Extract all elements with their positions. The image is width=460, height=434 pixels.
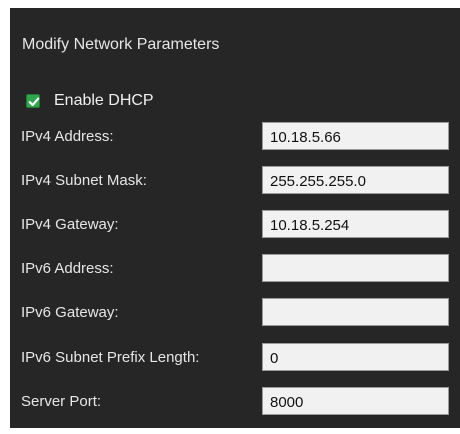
- server-port-input[interactable]: [262, 387, 449, 415]
- ipv6-gateway-row: IPv6 Gateway:: [21, 298, 451, 328]
- ipv6-address-label: IPv6 Address:: [21, 260, 114, 277]
- ipv4-subnet-mask-row: IPv4 Subnet Mask:: [21, 166, 451, 196]
- ipv6-address-row: IPv6 Address:: [21, 254, 451, 284]
- checkmark-icon: [28, 97, 40, 107]
- server-port-row: Server Port:: [21, 387, 451, 417]
- ipv6-prefix-length-label: IPv6 Subnet Prefix Length:: [21, 349, 200, 366]
- ipv4-address-row: IPv4 Address:: [21, 122, 451, 152]
- ipv6-gateway-label: IPv6 Gateway:: [21, 304, 119, 321]
- ipv4-subnet-mask-label: IPv4 Subnet Mask:: [21, 172, 147, 189]
- panel-title: Modify Network Parameters: [22, 36, 220, 53]
- enable-dhcp-checkbox[interactable]: [26, 94, 40, 108]
- ipv4-address-label: IPv4 Address:: [21, 128, 114, 145]
- ipv4-address-input[interactable]: [262, 122, 449, 150]
- dhcp-row: Enable DHCP: [26, 90, 154, 112]
- server-port-label: Server Port:: [21, 393, 102, 410]
- ipv6-address-input[interactable]: [262, 254, 449, 282]
- ipv6-prefix-length-row: IPv6 Subnet Prefix Length:: [21, 343, 451, 373]
- network-parameters-panel: Modify Network Parameters Enable DHCP IP…: [10, 8, 460, 428]
- ipv6-prefix-length-input[interactable]: [262, 343, 449, 371]
- ipv4-gateway-label: IPv4 Gateway:: [21, 216, 119, 233]
- ipv4-gateway-input[interactable]: [262, 210, 449, 238]
- ipv4-subnet-mask-input[interactable]: [262, 166, 449, 194]
- enable-dhcp-label: Enable DHCP: [54, 92, 154, 109]
- ipv6-gateway-input[interactable]: [262, 298, 449, 326]
- ipv4-gateway-row: IPv4 Gateway:: [21, 210, 451, 240]
